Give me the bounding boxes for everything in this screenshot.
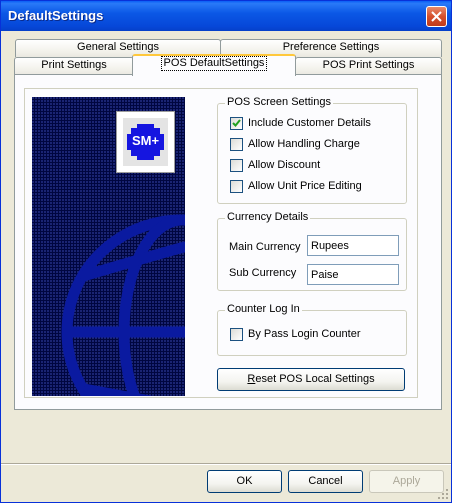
resize-grip-icon[interactable] <box>437 488 449 500</box>
checkmark-icon <box>232 119 241 127</box>
checkbox-label: Allow Discount <box>248 159 321 171</box>
button-label: OK <box>236 475 253 487</box>
tab-pos-print-settings[interactable]: POS Print Settings <box>295 57 442 75</box>
window-title: DefaultSettings <box>8 8 104 23</box>
tab-label: POS DefaultSettings <box>160 56 268 71</box>
main-currency-input[interactable] <box>307 235 399 256</box>
checkbox-box[interactable] <box>230 328 243 341</box>
checkbox-box[interactable] <box>230 138 243 151</box>
logo-text: SM+ <box>131 133 160 148</box>
checkbox-label: Allow Unit Price Editing <box>248 180 362 192</box>
checkbox-box[interactable] <box>230 159 243 172</box>
sub-currency-label: Sub Currency <box>229 267 297 279</box>
checkbox-label: Allow Handling Charge <box>248 138 360 150</box>
footer-separator <box>1 463 451 465</box>
ok-button[interactable]: OK <box>207 470 282 493</box>
sub-currency-input[interactable] <box>307 264 399 285</box>
group-title: Currency Details <box>225 211 311 223</box>
button-label: Cancel <box>308 475 343 487</box>
group-title: POS Screen Settings <box>225 96 333 108</box>
checkbox-box[interactable] <box>230 180 243 193</box>
main-currency-label: Main Currency <box>229 241 301 253</box>
group-title: Counter Log In <box>225 303 302 315</box>
button-label: eset POS Local Settings <box>255 373 375 385</box>
app-logo: SM+ <box>116 111 175 173</box>
counter-login-group: Counter Log In By Pass Login Counter <box>217 303 407 356</box>
apply-button[interactable]: Apply <box>369 470 444 493</box>
logo-panel: SM+ <box>32 97 185 396</box>
button-label: Apply <box>392 475 421 487</box>
settings-dialog: DefaultSettings General Settings Prefere… <box>0 0 452 503</box>
tab-label: Preference Settings <box>282 41 380 53</box>
checkbox-label: By Pass Login Counter <box>248 328 361 340</box>
tab-label: POS Print Settings <box>322 59 415 71</box>
checkbox-box[interactable] <box>230 117 243 130</box>
currency-details-group: Currency Details Main Currency Sub Curre… <box>217 211 407 291</box>
tab-label: Print Settings <box>41 59 107 71</box>
close-button[interactable] <box>426 6 447 27</box>
tab-print-settings[interactable]: Print Settings <box>14 57 134 75</box>
reset-pos-local-settings-button[interactable]: Reset POS Local Settings <box>217 368 405 391</box>
tab-pos-default-settings[interactable]: POS DefaultSettings <box>132 54 296 76</box>
close-icon <box>431 11 442 22</box>
pos-screen-settings-group: POS Screen Settings Include Customer Det… <box>217 96 407 204</box>
checkbox-label: Include Customer Details <box>248 117 371 129</box>
cancel-button[interactable]: Cancel <box>288 470 363 493</box>
tab-label: General Settings <box>77 41 159 53</box>
title-bar[interactable]: DefaultSettings <box>1 1 451 31</box>
